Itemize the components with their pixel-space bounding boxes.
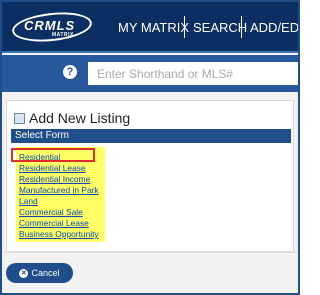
form-link-residential-lease[interactable]: Residential Lease bbox=[19, 164, 86, 173]
crmls-matrix-logo[interactable]: CRMLS MATRIX bbox=[10, 8, 94, 46]
residential-annotation-box bbox=[11, 148, 95, 162]
logo-subtext: MATRIX bbox=[52, 32, 74, 38]
search-bar: ? bbox=[2, 55, 298, 92]
listing-icon bbox=[14, 113, 25, 124]
add-new-listing-panel: Add New Listing Select Form Residential … bbox=[6, 100, 294, 252]
nav-separator bbox=[184, 16, 185, 38]
shorthand-search-input[interactable] bbox=[88, 62, 298, 85]
footer-bar: ✕ Cancel bbox=[2, 252, 298, 293]
nav-separator bbox=[241, 16, 242, 38]
help-icon[interactable]: ? bbox=[63, 65, 77, 79]
form-link-residential-income[interactable]: Residential Income bbox=[19, 175, 90, 184]
close-icon: ✕ bbox=[19, 268, 29, 278]
form-link-commercial-sale[interactable]: Commercial Sale bbox=[19, 208, 83, 217]
app-frame: CRMLS MATRIX MY MATRIX SEARCH ADD/EDIT ?… bbox=[0, 0, 300, 295]
form-link-commercial-lease[interactable]: Commercial Lease bbox=[19, 219, 89, 228]
logo-text: CRMLS bbox=[24, 18, 76, 33]
select-form-header: Select Form bbox=[11, 129, 291, 143]
cancel-label: Cancel bbox=[31, 268, 60, 278]
panel-title-text: Add New Listing bbox=[29, 110, 131, 126]
nav-item-add-edit[interactable]: ADD/EDIT bbox=[250, 2, 298, 51]
nav-item-my-matrix[interactable]: MY MATRIX bbox=[118, 2, 189, 51]
form-link-land[interactable]: Land bbox=[19, 197, 38, 206]
nav-item-search[interactable]: SEARCH bbox=[193, 2, 247, 51]
form-link-manufactured-in-park[interactable]: Manufactured in Park bbox=[19, 186, 99, 195]
form-link-business-opportunity[interactable]: Business Opportunity bbox=[19, 230, 99, 239]
panel-title: Add New Listing bbox=[14, 110, 130, 126]
cancel-button[interactable]: ✕ Cancel bbox=[6, 263, 73, 283]
top-navigation: CRMLS MATRIX MY MATRIX SEARCH ADD/EDIT bbox=[2, 2, 298, 53]
